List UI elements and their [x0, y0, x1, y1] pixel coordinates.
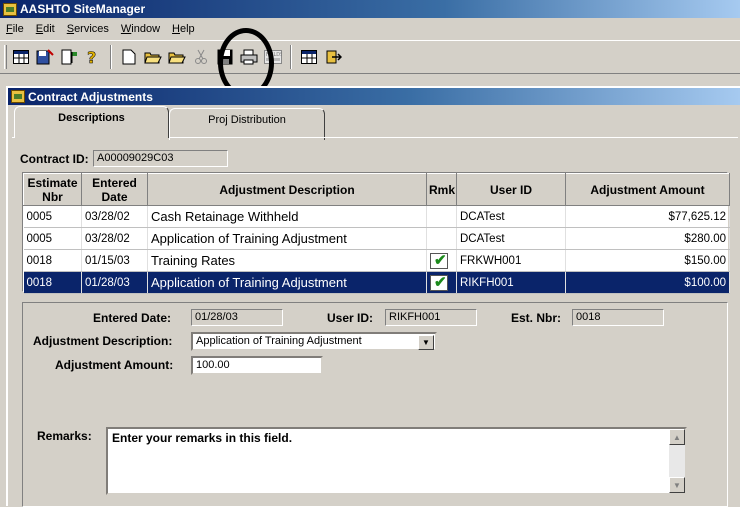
print-icon[interactable] — [238, 46, 260, 68]
contract-id-field: A00009029C03 — [93, 150, 228, 167]
menu-services[interactable]: Services — [61, 23, 115, 35]
calendar-icon[interactable] — [298, 46, 320, 68]
detail-panel: Entered Date: 01/28/03 User ID: RIKFH001… — [22, 302, 728, 507]
svg-text:?: ? — [87, 49, 96, 65]
new-icon[interactable] — [118, 46, 140, 68]
col-header-rmk[interactable]: Rmk — [426, 173, 457, 206]
menu-window[interactable]: Window — [115, 23, 166, 35]
col-header-user-id[interactable]: User ID — [456, 173, 566, 206]
table-row[interactable]: 0005 03/28/02 Cash Retainage Withheld DC… — [23, 205, 730, 228]
cell-rmk — [426, 205, 457, 228]
adjustments-table: Estimate Nbr Entered Date Adjustment Des… — [22, 172, 730, 294]
table-row[interactable]: 0018 01/15/03 Training Rates FRKWH001 $1… — [23, 249, 730, 272]
save-icon[interactable] — [214, 46, 236, 68]
cut-icon[interactable] — [190, 46, 212, 68]
app-title-bar: AASHTO SiteManager — [0, 0, 740, 18]
col-header-adjustment-amount[interactable]: Adjustment Amount — [565, 173, 730, 206]
remarks-scrollbar[interactable]: ▲ ▼ — [669, 429, 685, 493]
remark-check-icon[interactable] — [430, 251, 448, 269]
cell-adjustment-amount: $280.00 — [565, 227, 730, 250]
cell-rmk — [426, 271, 457, 294]
cell-estimate-nbr: 0018 — [23, 271, 82, 294]
document-flag-icon[interactable] — [58, 46, 80, 68]
cell-estimate-nbr: 0005 — [23, 227, 82, 250]
open-icon[interactable] — [142, 46, 164, 68]
window-title: Contract Adjustments — [28, 89, 153, 104]
tab-descriptions[interactable]: Descriptions — [14, 106, 169, 138]
menu-file[interactable]: File — [0, 23, 30, 35]
table-row[interactable]: 0005 03/28/02 Application of Training Ad… — [23, 227, 730, 250]
toolbar-separator — [110, 45, 112, 69]
cell-adjustment-amount: $100.00 — [565, 271, 730, 294]
est-nbr-label: Est. Nbr: — [511, 311, 562, 325]
cell-user-id: RIKFH001 — [456, 271, 566, 294]
exit-icon[interactable] — [322, 46, 344, 68]
adjustment-amount-input[interactable]: 100.00 — [191, 356, 323, 375]
contract-id-label: Contract ID: — [20, 152, 89, 166]
cell-user-id: DCATest — [456, 205, 566, 228]
col-header-entered-date[interactable]: Entered Date — [81, 173, 148, 206]
svg-text:FIELDS: FIELDS — [266, 52, 282, 58]
help-icon[interactable]: ? — [82, 46, 104, 68]
col-header-estimate-nbr[interactable]: Estimate Nbr — [23, 173, 82, 206]
menu-edit[interactable]: Edit — [30, 23, 61, 35]
toolbar-grip[interactable] — [4, 45, 7, 69]
save-exit-icon[interactable] — [34, 46, 56, 68]
window-app-icon — [11, 90, 25, 103]
table-row-selected[interactable]: 0018 01/28/03 Application of Training Ad… — [23, 271, 730, 294]
cell-adjustment-amount: $77,625.12 — [565, 205, 730, 228]
toolbar-separator — [290, 45, 292, 69]
cell-entered-date: 01/15/03 — [81, 249, 148, 272]
cell-adjustment-description: Training Rates — [147, 249, 427, 272]
adjustment-description-select[interactable]: Application of Training Adjustment ▼ — [191, 332, 437, 351]
user-id-field: RIKFH001 — [385, 309, 477, 326]
scroll-up-icon[interactable]: ▲ — [669, 429, 685, 445]
toolbar: ? FIELDS — [0, 40, 740, 74]
cell-rmk — [426, 227, 457, 250]
cell-entered-date: 03/28/02 — [81, 227, 148, 250]
cell-adjustment-amount: $150.00 — [565, 249, 730, 272]
adjustment-description-label: Adjustment Description: — [33, 334, 173, 348]
cell-estimate-nbr: 0018 — [23, 249, 82, 272]
remarks-textarea[interactable]: Enter your remarks in this field. ▲ ▼ — [106, 427, 687, 495]
cell-rmk — [426, 249, 457, 272]
user-id-label: User ID: — [327, 311, 374, 325]
grid-icon[interactable] — [10, 46, 32, 68]
scroll-down-icon[interactable]: ▼ — [669, 477, 685, 493]
adjustment-amount-label: Adjustment Amount: — [55, 358, 174, 372]
contract-adjustments-window: Contract Adjustments Descriptions Proj D… — [6, 86, 740, 507]
cell-adjustment-description: Cash Retainage Withheld — [147, 205, 427, 228]
cell-adjustment-description: Application of Training Adjustment — [147, 227, 427, 250]
dropdown-arrow-icon[interactable]: ▼ — [418, 335, 434, 350]
remark-check-icon[interactable] — [430, 273, 448, 291]
col-header-adjustment-description[interactable]: Adjustment Description — [147, 173, 427, 206]
cell-user-id: FRKWH001 — [456, 249, 566, 272]
remarks-text: Enter your remarks in this field. — [112, 431, 293, 445]
menu-help[interactable]: Help — [166, 23, 201, 35]
open-folder-icon[interactable] — [166, 46, 188, 68]
tab-proj-distribution-label: Proj Distribution — [208, 114, 286, 126]
cell-user-id: DCATest — [456, 227, 566, 250]
tab-proj-distribution[interactable]: Proj Distribution — [169, 108, 325, 140]
menu-bar: File Edit Services Window Help — [0, 19, 740, 38]
cell-entered-date: 03/28/02 — [81, 205, 148, 228]
sitemanager-app-icon — [3, 2, 17, 16]
adjustment-description-value: Application of Training Adjustment — [196, 335, 362, 347]
cell-estimate-nbr: 0005 — [23, 205, 82, 228]
table-header-row: Estimate Nbr Entered Date Adjustment Des… — [23, 173, 730, 206]
entered-date-field: 01/28/03 — [191, 309, 283, 326]
est-nbr-field: 0018 — [572, 309, 664, 326]
tab-descriptions-label: Descriptions — [58, 112, 125, 124]
remarks-label: Remarks: — [37, 429, 92, 443]
cell-entered-date: 01/28/03 — [81, 271, 148, 294]
window-title-bar: Contract Adjustments — [8, 88, 740, 105]
cell-adjustment-description: Application of Training Adjustment — [147, 271, 427, 294]
entered-date-label: Entered Date: — [93, 311, 172, 325]
app-title: AASHTO SiteManager — [20, 2, 146, 16]
fields-icon[interactable]: FIELDS — [262, 46, 284, 68]
